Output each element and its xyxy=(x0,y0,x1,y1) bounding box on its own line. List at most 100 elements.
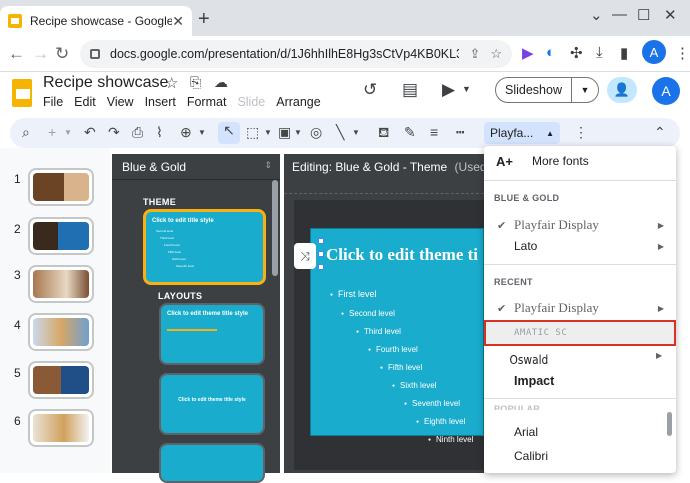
search-menus-icon[interactable]: ⌕ xyxy=(22,124,30,141)
recent-font-amatic[interactable]: AMATIC SC xyxy=(484,322,676,344)
meet-dropdown-icon[interactable]: ▼ xyxy=(462,84,471,94)
new-slide-dropdown-icon[interactable]: ▼ xyxy=(64,128,72,137)
font-select[interactable]: Playfa... ▲ xyxy=(484,122,560,144)
document-title[interactable]: Recipe showcase xyxy=(43,74,168,92)
browser-tab[interactable]: Recipe showcase - Google Slides ✕ xyxy=(0,6,192,36)
menu-file[interactable]: File xyxy=(43,95,63,109)
omnibox[interactable]: docs.google.com/presentation/d/1J6hhIlhE… xyxy=(80,40,512,68)
slides-logo-icon[interactable] xyxy=(12,79,32,107)
move-folder-icon[interactable]: ⎘ xyxy=(190,74,201,91)
border-weight-icon[interactable]: ≡ xyxy=(430,124,438,140)
level-2-text[interactable]: Second level xyxy=(341,309,395,318)
menu-arrange[interactable]: Arrange xyxy=(276,95,320,109)
slideshow-button[interactable]: Slideshow ▼ xyxy=(495,77,599,103)
cloud-status-icon[interactable]: ☁ xyxy=(214,74,228,91)
more-options-icon[interactable]: ⋮ xyxy=(574,124,588,141)
slide-thumbnail-4[interactable] xyxy=(28,313,94,351)
print-icon[interactable]: ⎙ xyxy=(132,124,143,141)
fill-color-icon[interactable]: ⛾ xyxy=(378,124,389,143)
select-cursor-icon[interactable]: ↖ xyxy=(218,122,240,144)
text-box-icon[interactable]: ⬚ xyxy=(246,124,259,141)
image-dropdown-icon[interactable]: ▼ xyxy=(294,128,302,137)
new-slide-icon[interactable]: + xyxy=(48,124,56,140)
slide-title-placeholder[interactable]: Click to edit theme ti xyxy=(326,245,486,265)
collapse-toolbar-icon[interactable]: ⌃ xyxy=(654,124,666,141)
level-9-text[interactable]: Ninth level xyxy=(428,435,473,444)
star-icon[interactable]: ☆ xyxy=(165,74,178,92)
version-history-icon[interactable]: ↺ xyxy=(363,80,377,100)
line-dropdown-icon[interactable]: ▼ xyxy=(352,128,360,137)
level-6-text[interactable]: Sixth level xyxy=(392,381,436,390)
font-select-caret-icon[interactable]: ▲ xyxy=(546,129,554,138)
font-select-value[interactable]: Playfa... xyxy=(490,126,546,140)
maximize-icon[interactable]: ☐ xyxy=(637,6,650,24)
forward-icon[interactable]: → xyxy=(32,44,49,64)
tab-search-icon[interactable]: ⌄ xyxy=(590,6,603,24)
slide-thumbnail-2[interactable] xyxy=(28,217,94,255)
slide-thumbnail-1[interactable] xyxy=(28,168,94,206)
font-item-playfair[interactable]: ✔ Playfair Display ▶ xyxy=(484,214,676,236)
recent-font-impact[interactable]: Impact xyxy=(484,370,676,392)
level-8-text[interactable]: Eighth level xyxy=(416,417,465,426)
hide-motion-icon[interactable]: ⤨ xyxy=(294,243,316,269)
layout-thumbnail-2[interactable]: Click to edit theme title style xyxy=(159,373,265,435)
slideshow-dropdown-icon[interactable]: ▼ xyxy=(572,85,598,95)
redo-icon[interactable]: ↷ xyxy=(108,124,120,141)
slide-thumbnail-5[interactable] xyxy=(28,361,94,399)
resize-handle[interactable] xyxy=(318,238,324,244)
resize-handle[interactable] xyxy=(318,264,324,270)
level-1-text[interactable]: First level xyxy=(330,289,377,299)
recent-font-playfair[interactable]: ✔ Playfair Display ▶ xyxy=(484,297,676,319)
border-color-icon[interactable]: ✎ xyxy=(404,124,416,141)
resize-handle[interactable] xyxy=(318,251,324,257)
font-item-lato[interactable]: Lato ▶ xyxy=(484,235,676,257)
side-panel-icon[interactable]: ▮ xyxy=(620,44,628,62)
new-tab-button[interactable]: + xyxy=(198,8,210,31)
theme-sort-icon[interactable]: ⇕ xyxy=(264,160,272,171)
url-text[interactable]: docs.google.com/presentation/d/1J6hhIlhE… xyxy=(110,47,459,61)
zoom-icon[interactable]: ⊕ xyxy=(180,124,192,141)
theme-master-thumbnail[interactable]: Click to edit title style Second level T… xyxy=(143,209,266,285)
level-4-text[interactable]: Fourth level xyxy=(368,345,418,354)
recent-font-oswald[interactable]: Oswald xyxy=(484,348,647,370)
popular-font-calibri[interactable]: Calibri xyxy=(484,445,676,467)
border-dash-icon[interactable]: ┅ xyxy=(456,124,464,141)
menu-edit[interactable]: Edit xyxy=(74,95,96,109)
browser-profile-avatar[interactable]: A xyxy=(642,40,666,64)
level-3-text[interactable]: Third level xyxy=(356,327,401,336)
tab-close-icon[interactable]: ✕ xyxy=(172,13,184,30)
paint-format-icon[interactable]: ⌇ xyxy=(156,124,163,141)
extensions-puzzle-icon[interactable]: ✣ xyxy=(570,44,583,62)
shape-icon[interactable]: ◎ xyxy=(310,124,322,141)
minimize-icon[interactable]: — xyxy=(612,6,627,23)
menu-slide[interactable]: Slide xyxy=(237,95,265,109)
slideshow-label[interactable]: Slideshow xyxy=(496,78,572,102)
theme-panel-scrollbar[interactable] xyxy=(272,180,278,276)
layout-thumbnail-1[interactable]: Click to edit theme title style xyxy=(159,303,265,365)
layout-thumbnail-3[interactable] xyxy=(159,443,265,483)
slide-thumbnail-3[interactable] xyxy=(28,265,94,303)
more-fonts-item[interactable]: A+ More fonts xyxy=(484,150,676,172)
popular-font-arial[interactable]: Arial xyxy=(484,421,676,443)
extension-play-icon[interactable]: ▶ xyxy=(522,44,534,62)
slide-thumbnail-6[interactable] xyxy=(28,409,94,447)
menu-insert[interactable]: Insert xyxy=(145,95,176,109)
extension-circle-icon[interactable]: ◐ xyxy=(546,44,555,61)
bookmark-star-icon[interactable]: ☆ xyxy=(490,46,502,62)
comments-icon[interactable]: ▤ xyxy=(402,80,418,100)
user-avatar[interactable]: A xyxy=(652,77,680,105)
reload-icon[interactable]: ↻ xyxy=(55,44,69,64)
meet-camera-icon[interactable]: ▶ xyxy=(442,80,455,100)
download-icon[interactable]: ⤓ xyxy=(596,44,603,61)
close-window-icon[interactable]: ✕ xyxy=(664,6,677,24)
level-5-text[interactable]: Fifth level xyxy=(380,363,422,372)
level-7-text[interactable]: Seventh level xyxy=(404,399,460,408)
image-icon[interactable]: ▣ xyxy=(278,124,291,141)
zoom-dropdown-icon[interactable]: ▼ xyxy=(198,128,206,137)
share-page-icon[interactable]: ⇪ xyxy=(469,46,480,62)
share-person-add-icon[interactable]: 👤 xyxy=(607,77,637,103)
line-icon[interactable]: ╲ xyxy=(336,124,344,141)
menu-format[interactable]: Format xyxy=(187,95,227,109)
menu-view[interactable]: View xyxy=(107,95,134,109)
text-box-dropdown-icon[interactable]: ▼ xyxy=(264,128,272,137)
